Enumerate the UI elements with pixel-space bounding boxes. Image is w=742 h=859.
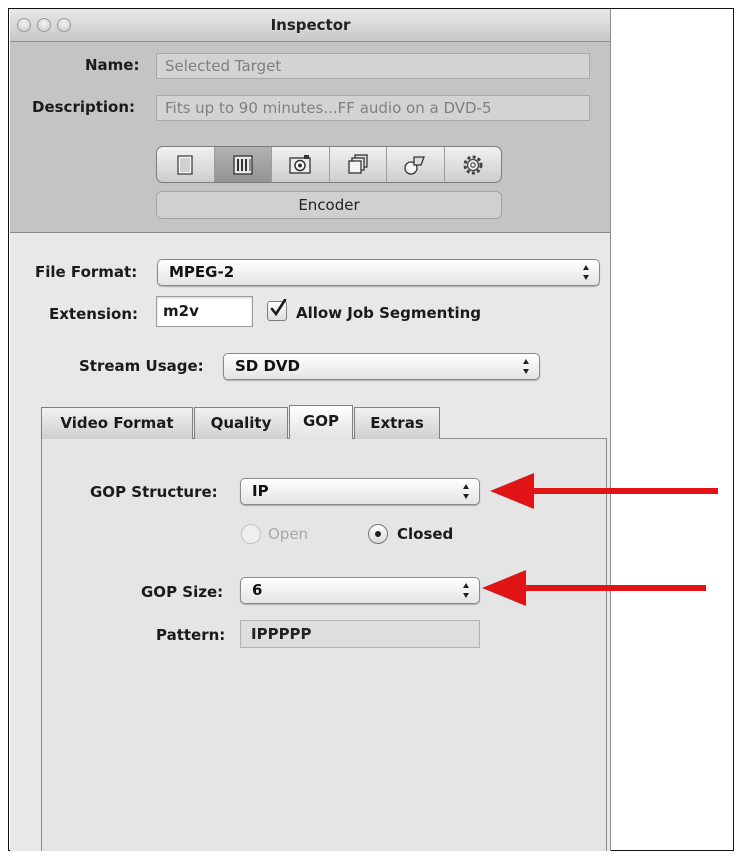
file-format-label: File Format: — [35, 263, 138, 281]
name-label: Name: — [85, 56, 140, 74]
checkmark-icon — [270, 299, 287, 317]
name-field[interactable]: Selected Target — [156, 53, 590, 79]
geometry-icon — [404, 155, 426, 175]
filters-pane-button[interactable] — [330, 147, 387, 182]
popup-arrows-icon — [583, 265, 589, 280]
pattern-label: Pattern: — [156, 626, 226, 644]
description-field[interactable]: Fits up to 90 minutes...FF audio on a DV… — [156, 95, 590, 121]
summary-pane-button[interactable] — [157, 147, 215, 182]
active-pane-label: Encoder — [156, 191, 502, 219]
file-format-popup[interactable]: MPEG-2 — [157, 259, 600, 286]
extension-label: Extension: — [49, 305, 138, 323]
actions-gear-icon — [463, 155, 483, 174]
popup-arrows-icon — [523, 359, 529, 374]
open-gop-radio[interactable] — [241, 524, 261, 544]
encoder-pane-button[interactable] — [214, 147, 272, 182]
actions-pane-button[interactable] — [445, 147, 502, 182]
summary-icon — [177, 154, 193, 175]
frame-controls-pane-button[interactable] — [272, 147, 330, 182]
tab-gop[interactable]: GOP — [289, 405, 353, 439]
allow-job-segmenting-label[interactable]: Allow Job Segmenting — [296, 304, 481, 322]
stream-usage-popup[interactable]: SD DVD — [223, 353, 540, 380]
frame-controls-icon — [289, 154, 311, 174]
window-title: Inspector — [270, 16, 351, 34]
gop-structure-popup[interactable]: IP — [240, 478, 480, 505]
pattern-field: IPPPPP — [240, 620, 480, 648]
gop-size-value: 6 — [252, 581, 263, 599]
popup-arrows-icon — [463, 583, 469, 598]
inspector-header: Name: Selected Target Description: Fits … — [10, 42, 610, 233]
encoder-icon — [233, 154, 253, 175]
stream-usage-label: Stream Usage: — [79, 357, 204, 375]
title-bar[interactable]: Inspector — [10, 9, 610, 42]
annotation-arrow-gop-structure — [490, 473, 718, 509]
extension-field[interactable]: m2v — [156, 296, 253, 327]
annotation-arrow-gop-size — [482, 570, 706, 606]
file-format-value: MPEG-2 — [169, 263, 235, 281]
geometry-pane-button[interactable] — [387, 147, 445, 182]
tab-quality[interactable]: Quality — [194, 407, 288, 439]
filters-icon — [348, 153, 368, 174]
gop-size-label: GOP Size: — [141, 583, 224, 601]
stream-usage-value: SD DVD — [235, 357, 300, 375]
inspector-window: Inspector Name: Selected Target Descript… — [10, 9, 611, 851]
closed-gop-label: Closed — [397, 525, 454, 543]
gop-size-popup[interactable]: 6 — [240, 577, 480, 604]
gop-structure-label: GOP Structure: — [90, 483, 218, 501]
description-label: Description: — [32, 98, 136, 116]
popup-arrows-icon — [463, 484, 469, 499]
allow-job-segmenting-checkbox[interactable] — [267, 299, 287, 321]
gop-structure-value: IP — [252, 482, 269, 500]
tab-video-format[interactable]: Video Format — [41, 407, 193, 439]
inspector-pane-selector[interactable] — [156, 146, 502, 183]
closed-gop-radio[interactable] — [368, 524, 388, 544]
open-gop-label: Open — [268, 525, 309, 543]
tab-extras[interactable]: Extras — [354, 407, 440, 439]
